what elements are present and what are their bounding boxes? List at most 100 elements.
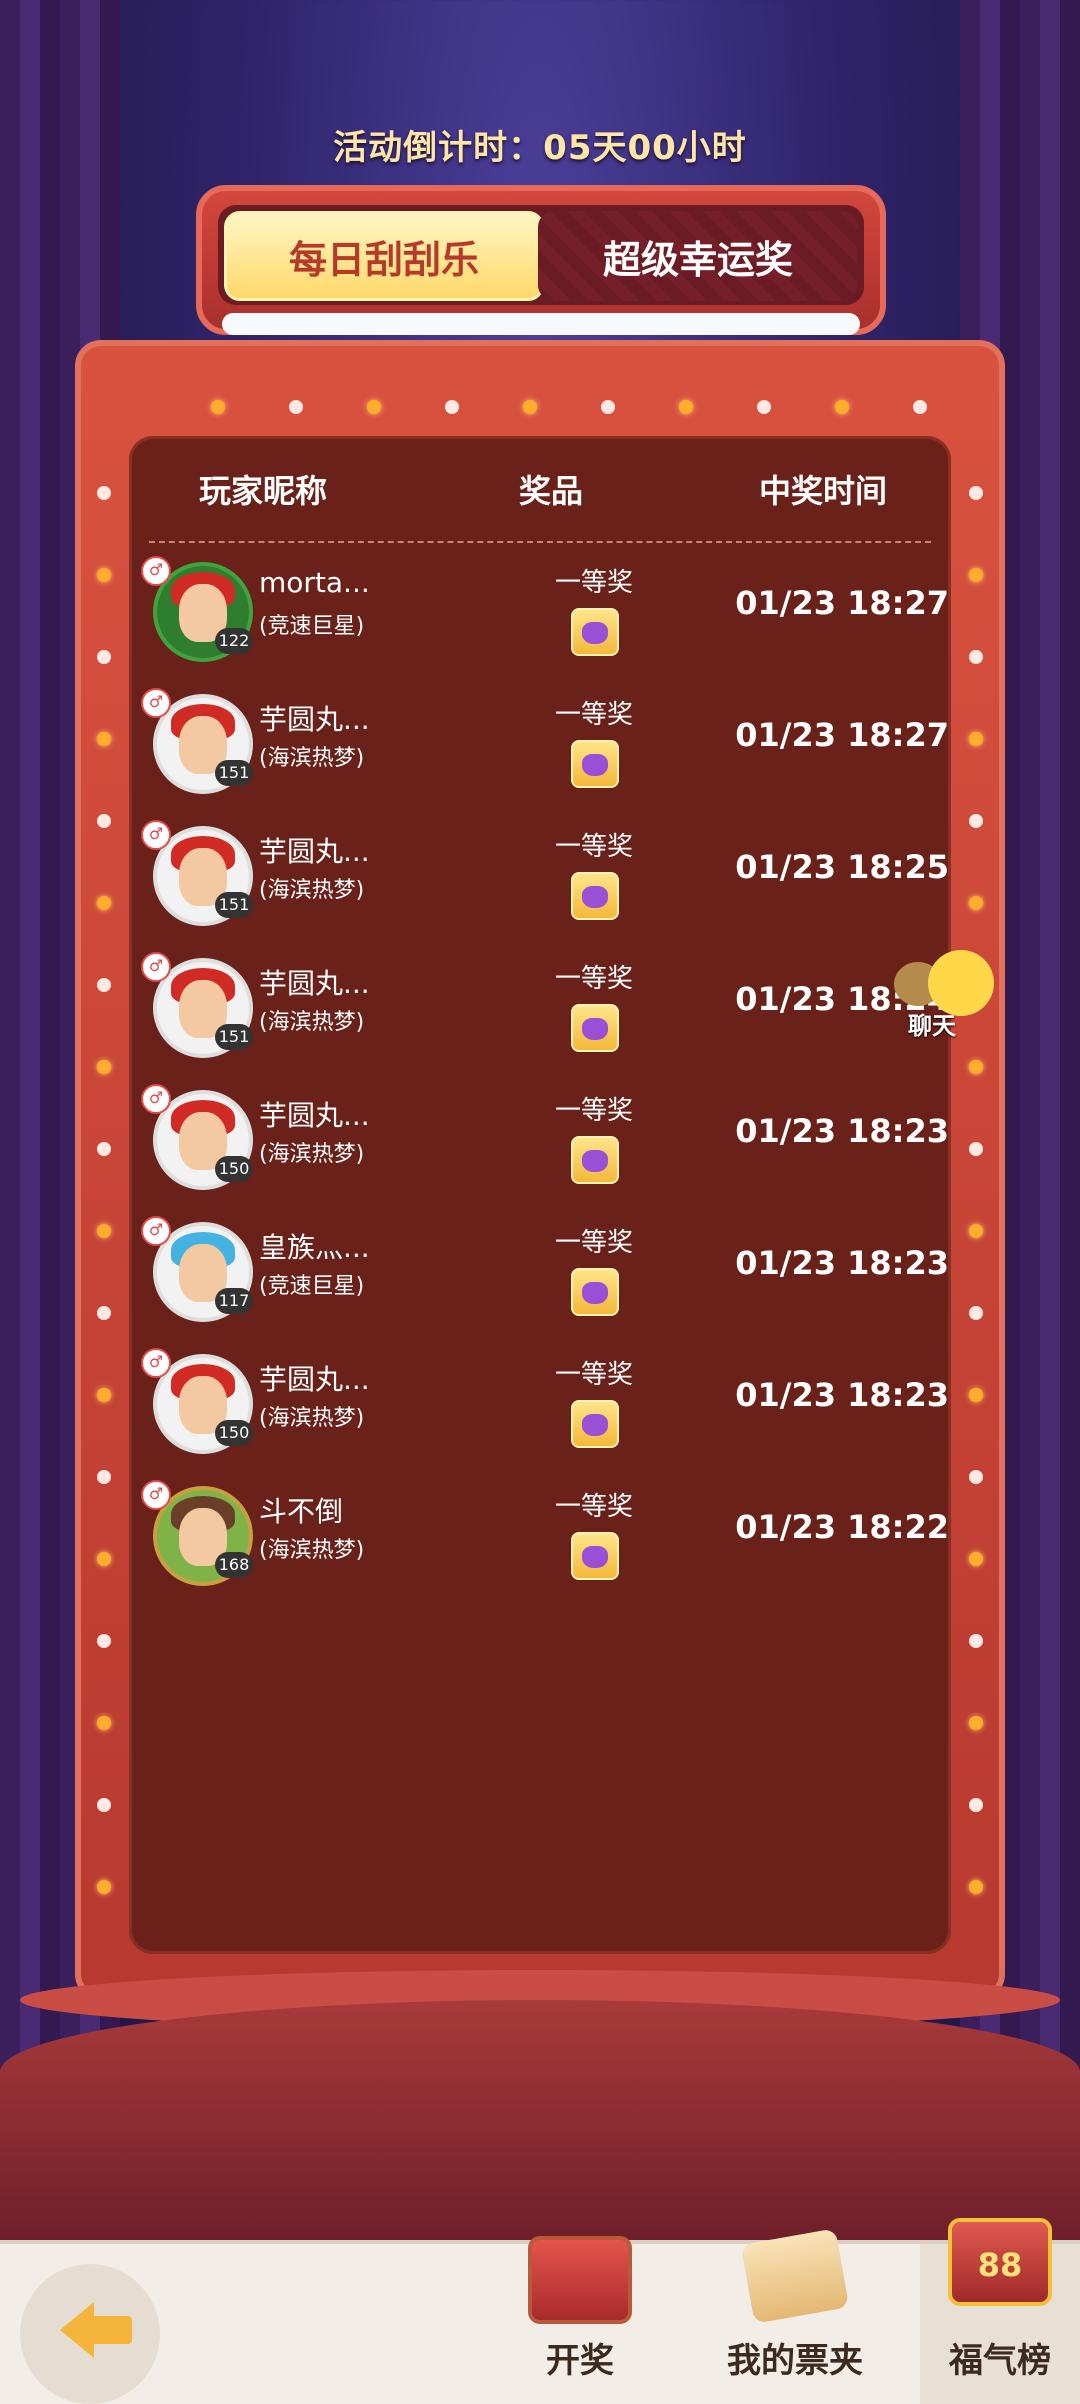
light-bulb [97,1880,111,1894]
light-bulb [969,1060,983,1074]
nav-tickets-label: 我的票夹 [727,2341,863,2381]
level-badge: 122 [215,628,253,654]
leaderboard-board: 玩家昵称 奖品 中奖时间 ♂ 122 morta... (竞速巨星) 一等奖 0… [75,340,1005,2000]
light-bulb [969,568,983,582]
light-bulb [445,400,459,414]
prize-label: 一等奖 [554,1228,633,1258]
prize-bag-icon[interactable] [571,740,619,788]
light-bulb [97,1552,111,1566]
chat-button[interactable]: 聊天 [890,950,1000,1050]
light-bulb [757,400,771,414]
table-row[interactable]: ♂ 168 斗不倒 (海滨热梦) 一等奖 01/23 18:22 [129,1480,951,1612]
player-title: (海滨热梦) [259,1010,365,1035]
prize-bag-icon[interactable] [571,872,619,920]
light-bulb [969,650,983,664]
win-time: 01/23 18:23 [735,1376,949,1414]
player-title: (海滨热梦) [259,746,365,771]
level-badge: 150 [215,1156,253,1182]
tab-daily-scratch[interactable]: 每日刮刮乐 [224,211,544,301]
prize-label: 一等奖 [554,1360,633,1390]
light-bulb [97,650,111,664]
light-bulb [969,1470,983,1484]
gender-badge-icon: ♂ [141,1480,171,1510]
table-row[interactable]: ♂ 151 芋圆丸... (海滨热梦) 一等奖 01/23 18:27 [129,688,951,820]
ticket-icon [740,2228,850,2324]
prize-label: 一等奖 [554,568,633,598]
prize-bag-icon[interactable] [571,1532,619,1580]
light-bulb [913,400,927,414]
light-bulb [97,1798,111,1812]
light-bulb [97,978,111,992]
light-bulb [97,1388,111,1402]
player-name: morta... [259,566,370,599]
table-row[interactable]: ♂ 150 芋圆丸... (海滨热梦) 一等奖 01/23 18:23 [129,1084,951,1216]
light-bulb [969,1798,983,1812]
table-row[interactable]: ♂ 122 morta... (竞速巨星) 一等奖 01/23 18:27 [129,556,951,688]
player-title: (海滨热梦) [259,1142,365,1167]
nav-my-tickets[interactable]: 我的票夹 [705,2228,885,2404]
header-divider [149,541,931,543]
level-badge: 151 [215,892,253,918]
light-bulb [969,1224,983,1238]
prize-bag-icon[interactable] [571,1004,619,1052]
win-time: 01/23 18:27 [735,716,949,754]
prize-label: 一等奖 [554,832,633,862]
gender-badge-icon: ♂ [141,1348,171,1378]
player-title: (竞速巨星) [259,614,365,639]
level-badge: 168 [215,1552,253,1578]
win-time: 01/23 18:22 [735,1508,949,1546]
tab-bar: 每日刮刮乐 超级幸运奖 [196,185,886,335]
prize-bag-icon[interactable] [571,1136,619,1184]
player-name: 芋圆丸... [259,1099,370,1132]
light-bulb [969,1306,983,1320]
table-row[interactable]: ♂ 117 皇族灬... (竞速巨星) 一等奖 01/23 18:23 [129,1216,951,1348]
gender-badge-icon: ♂ [141,556,171,586]
nav-open-prize[interactable]: 开奖 [510,2236,650,2404]
snow-decoration [222,313,860,335]
prize-bag-icon[interactable] [571,1400,619,1448]
light-bulb [523,400,537,414]
light-bulb [969,1716,983,1730]
table-row[interactable]: ♂ 151 芋圆丸... (海滨热梦) 一等奖 01/23 18:24 [129,952,951,1084]
light-bulb [969,1634,983,1648]
table-row[interactable]: ♂ 151 芋圆丸... (海滨热梦) 一等奖 01/23 18:25 [129,820,951,952]
prize-label: 一等奖 [554,1492,633,1522]
gender-badge-icon: ♂ [141,1216,171,1246]
prize-label: 一等奖 [554,1096,633,1126]
light-bulb [969,896,983,910]
light-bulb [97,1142,111,1156]
light-bulb [97,1470,111,1484]
light-bulb [97,568,111,582]
win-time: 01/23 18:23 [735,1244,949,1282]
light-bulb [97,1716,111,1730]
results-panel: 玩家昵称 奖品 中奖时间 ♂ 122 morta... (竞速巨星) 一等奖 0… [129,436,951,1954]
prize-label: 一等奖 [554,700,633,730]
gender-badge-icon: ♂ [141,820,171,850]
player-title: (竞速巨星) [259,1274,365,1299]
prize-label: 一等奖 [554,964,633,994]
table-row[interactable]: ♂ 150 芋圆丸... (海滨热梦) 一等奖 01/23 18:23 [129,1348,951,1480]
light-bulb [969,1388,983,1402]
light-bulb [835,400,849,414]
win-time: 01/23 18:23 [735,1112,949,1150]
player-title: (海滨热梦) [259,1406,365,1431]
back-button[interactable] [20,2264,160,2404]
stage [0,2000,1080,2240]
player-name: 芋圆丸... [259,967,370,1000]
light-bulb [969,732,983,746]
light-bulb [601,400,615,414]
player-title: (海滨热梦) [259,878,365,903]
nav-fortune-ranking[interactable]: 88 福气榜 [920,2218,1080,2404]
light-bulb [211,400,225,414]
player-name: 芋圆丸... [259,835,370,868]
light-bulb [969,486,983,500]
win-time: 01/23 18:25 [735,848,949,886]
tab-super-lucky[interactable]: 超级幸运奖 [538,211,858,301]
prize-bag-icon[interactable] [571,1268,619,1316]
nav-open-label: 开奖 [546,2341,614,2381]
light-bulb [679,400,693,414]
table-header: 玩家昵称 奖品 中奖时间 [129,466,951,526]
level-badge: 117 [215,1288,253,1314]
gender-badge-icon: ♂ [141,952,171,982]
prize-bag-icon[interactable] [571,608,619,656]
